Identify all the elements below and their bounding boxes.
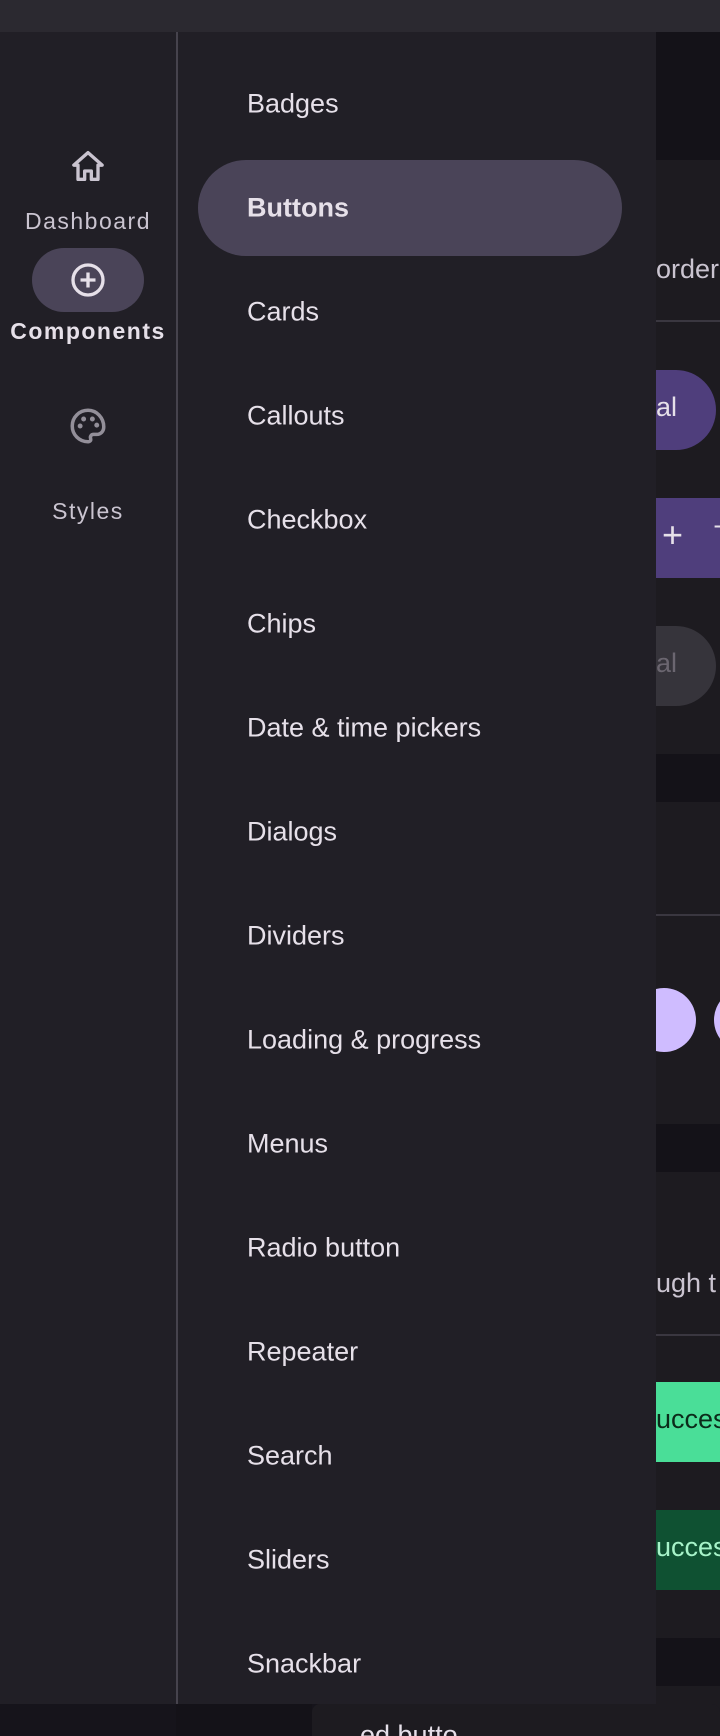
drawer-item-label: Repeater (247, 1336, 359, 1367)
rail-item-components[interactable]: Components (0, 248, 176, 388)
bottom-sheet: ed butto (312, 1704, 720, 1736)
drawer-item-label: Loading & progress (247, 1024, 482, 1055)
drawer-item-label: Checkbox (247, 504, 368, 535)
drawer-item-label: Radio button (247, 1232, 401, 1263)
rail-item-dashboard[interactable]: Dashboard (0, 112, 176, 234)
drawer-item-sliders[interactable]: Sliders (198, 1512, 622, 1608)
section-band (656, 1124, 720, 1172)
section-description: ugh t (656, 1268, 717, 1298)
drawer-item-label: Search (247, 1440, 333, 1471)
plus-icon: + (662, 514, 684, 555)
fab-button[interactable] (656, 988, 696, 1052)
drawer-item-badges[interactable]: Badges (198, 56, 622, 152)
drawer-item-label: Dialogs (247, 816, 338, 847)
disabled-button: al (656, 626, 716, 706)
rail-item-styles[interactable]: Styles (0, 402, 176, 532)
drawer-item-label: Buttons (247, 192, 349, 223)
bottom-sheet-title: ed butto (360, 1720, 458, 1736)
drawer-item-date-time-pickers[interactable]: Date & time pickers (198, 680, 622, 776)
section-band (656, 1638, 720, 1686)
icon-button[interactable]: + T (656, 498, 720, 578)
divider (656, 1334, 720, 1336)
drawer-item-callouts[interactable]: Callouts (198, 368, 622, 464)
drawer-item-label: Date & time pickers (247, 712, 482, 743)
drawer-item-label: Sliders (247, 1544, 330, 1575)
drawer-item-repeater[interactable]: Repeater (198, 1304, 622, 1400)
drawer-item-search[interactable]: Search (198, 1408, 622, 1504)
filled-button[interactable]: al (656, 370, 716, 450)
drawer-item-loading-progress[interactable]: Loading & progress (198, 992, 622, 1088)
divider (656, 914, 720, 916)
navigation-drawer: Badges Buttons Cards Callouts Checkbox C… (178, 32, 656, 1704)
success-button-label: ucces (656, 1404, 720, 1434)
success-dark-button[interactable]: ucces (656, 1510, 720, 1590)
drawer-item-label: Dividers (247, 920, 345, 951)
drawer-item-dialogs[interactable]: Dialogs (198, 784, 622, 880)
drawer-item-dividers[interactable]: Dividers (198, 888, 622, 984)
success-dark-button-label: ucces (656, 1532, 720, 1562)
fab-button[interactable] (714, 988, 720, 1052)
section-band (656, 754, 720, 802)
add-circle-icon (32, 248, 144, 312)
rail-label-dashboard: Dashboard (24, 208, 152, 234)
drawer-item-checkbox[interactable]: Checkbox (198, 472, 622, 568)
home-icon (64, 142, 112, 190)
main-content: orderl al + T al ugh t ucces ucces (656, 32, 720, 1736)
drawer-item-chips[interactable]: Chips (198, 576, 622, 672)
drawer-item-label: Cards (247, 296, 320, 327)
bottom-strip (176, 1704, 312, 1736)
drawer-item-cards[interactable]: Cards (198, 264, 622, 360)
drawer-item-buttons[interactable]: Buttons (198, 160, 622, 256)
palette-icon (64, 402, 112, 450)
drawer-item-radio-button[interactable]: Radio button (198, 1200, 622, 1296)
filled-button-label: al (656, 392, 678, 422)
success-button[interactable]: ucces (656, 1382, 720, 1462)
drawer-item-label: Badges (247, 88, 339, 119)
disabled-button-label: al (656, 648, 678, 678)
rail-label-components: Components (10, 318, 166, 344)
icon-button-label: T (714, 520, 720, 551)
navigation-rail: Dashboard Components Styles (0, 32, 176, 1704)
drawer-item-label: Menus (247, 1128, 329, 1159)
section-header-band (656, 32, 720, 160)
divider (656, 320, 720, 322)
drawer-item-menus[interactable]: Menus (198, 1096, 622, 1192)
drawer-item-label: Chips (247, 608, 317, 639)
section-description: orderl (656, 254, 720, 284)
rail-label-styles: Styles (52, 498, 124, 524)
drawer-item-label: Snackbar (247, 1648, 362, 1679)
app-top-bar (0, 0, 720, 32)
drawer-item-label: Callouts (247, 400, 345, 431)
drawer-item-snackbar[interactable]: Snackbar (198, 1616, 622, 1712)
